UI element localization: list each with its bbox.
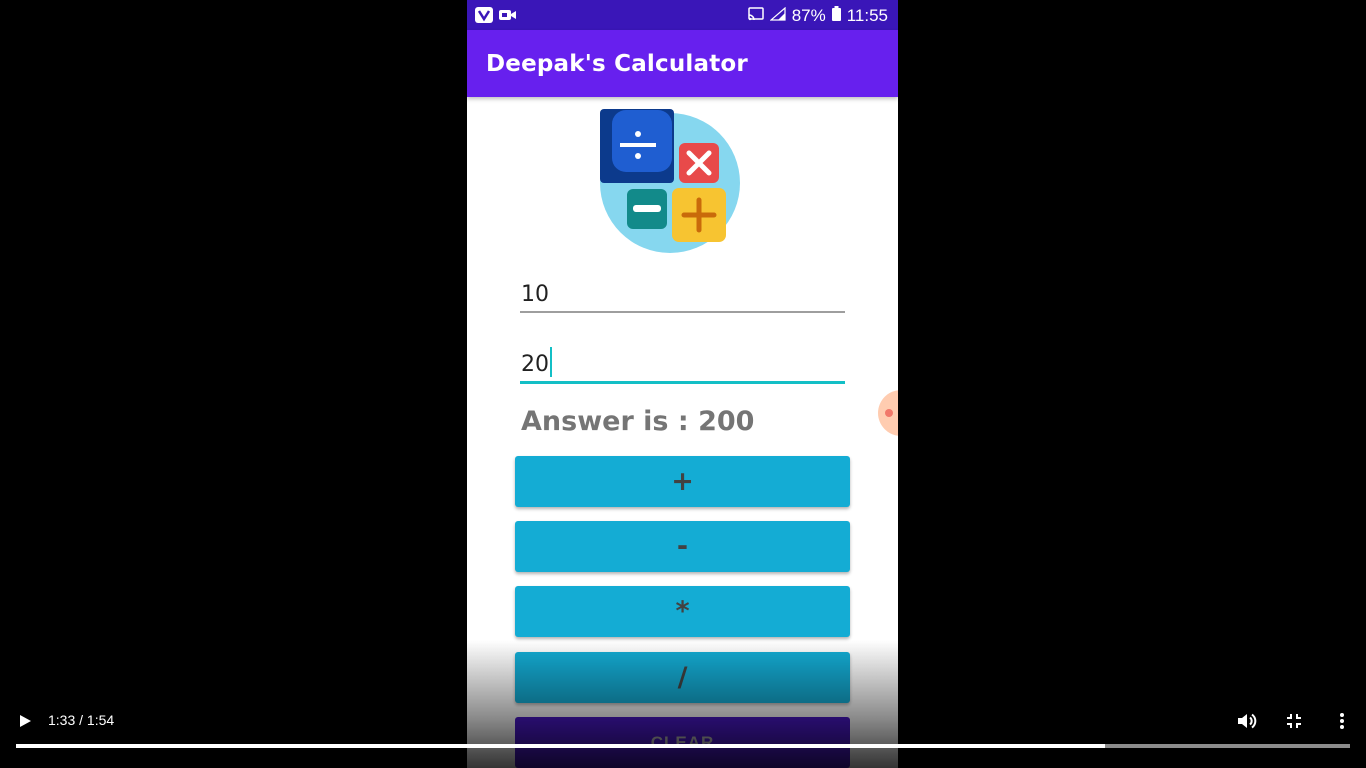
volume-icon[interactable]	[1234, 709, 1258, 733]
first-number-input[interactable]: 10	[520, 273, 845, 313]
answer-text: Answer is : 200	[521, 406, 755, 437]
signal-icon	[769, 6, 786, 26]
first-number-value: 10	[521, 282, 549, 307]
play-icon[interactable]	[14, 710, 36, 732]
second-number-value: 20	[521, 352, 549, 377]
multiply-button[interactable]: *	[515, 586, 850, 637]
progress-bar[interactable]	[16, 744, 1350, 748]
calculator-logo	[598, 106, 743, 256]
second-number-underline	[520, 381, 845, 384]
text-caret	[550, 347, 552, 377]
more-options-icon[interactable]	[1330, 709, 1354, 733]
phone-screen: 87% 11:55 Deepak's Calculator 10 20 Answ…	[467, 0, 898, 768]
progress-fill	[16, 744, 1105, 748]
cast-icon	[747, 6, 764, 26]
divide-button[interactable]: /	[515, 652, 850, 703]
time-display: 1:33 / 1:54	[48, 712, 115, 728]
app-title: Deepak's Calculator	[486, 51, 748, 77]
bubble-dot	[885, 409, 893, 417]
status-time: 11:55	[846, 6, 888, 25]
add-button[interactable]: +	[515, 456, 850, 507]
battery-percent: 87%	[791, 6, 826, 25]
status-bar: 87% 11:55	[467, 0, 898, 30]
player-controls: 1:33 / 1:54	[0, 700, 1366, 768]
battery-icon	[831, 6, 841, 26]
video-camera-icon	[499, 7, 517, 28]
exit-fullscreen-icon[interactable]	[1282, 709, 1306, 733]
app-bar: Deepak's Calculator	[467, 30, 898, 97]
floating-bubble[interactable]	[878, 390, 898, 436]
subtract-button[interactable]: -	[515, 521, 850, 572]
first-number-underline	[520, 311, 845, 313]
vlc-icon	[475, 7, 493, 28]
video-player[interactable]: 87% 11:55 Deepak's Calculator 10 20 Answ…	[0, 0, 1366, 768]
second-number-input[interactable]: 20	[520, 343, 845, 384]
